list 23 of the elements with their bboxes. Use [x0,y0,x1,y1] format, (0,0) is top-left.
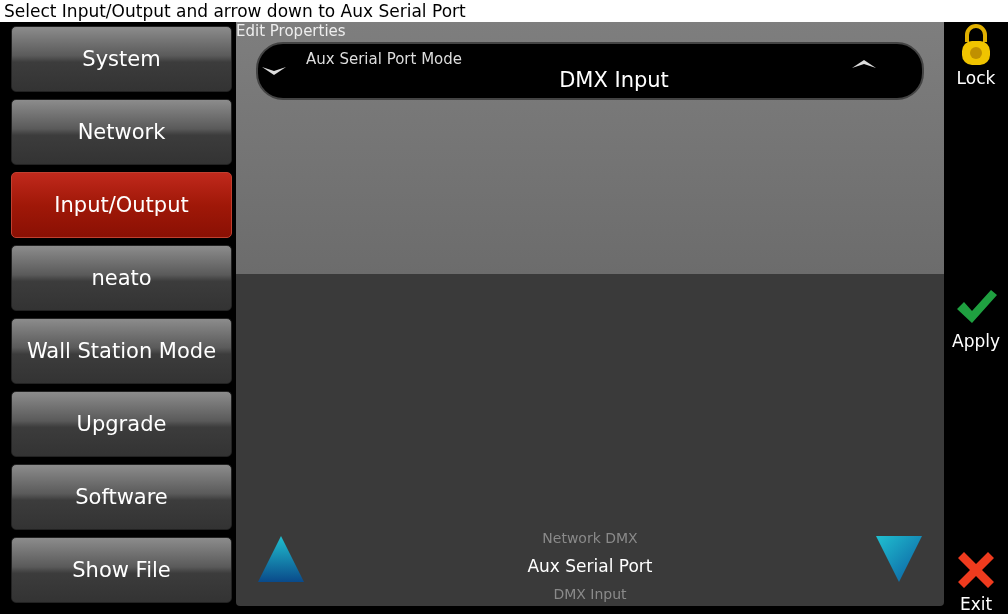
panel-title: Edit Properties [236,22,347,40]
sidebar-button[interactable]: Input/Output [11,172,232,238]
previous-option: Network DMX [542,530,638,546]
up-arrow-icon[interactable] [256,534,306,584]
sidebar-button[interactable]: neato [11,245,232,311]
sidebar-button[interactable]: Upgrade [11,391,232,457]
chevron-up-icon[interactable] [852,58,876,70]
current-option[interactable]: Aux Serial Port [527,556,653,576]
sidebar-button[interactable]: Network [11,99,232,165]
sidebar-button[interactable]: System [11,26,232,92]
sidebar-button[interactable]: Show File [11,537,232,603]
down-arrow-icon[interactable] [874,534,924,584]
apply-button[interactable]: Apply [952,285,1000,351]
chevron-down-icon[interactable] [262,65,286,77]
exit-button[interactable]: Exit [954,548,998,614]
sidebar-button[interactable]: Software [11,464,232,530]
next-option: DMX Input [553,586,627,602]
lock-button[interactable]: Lock [954,22,998,88]
field-label: Aux Serial Port Mode [306,50,463,68]
sidebar-button[interactable]: Wall Station Mode [11,318,232,384]
property-field[interactable]: Aux Serial Port Mode DMX Input [256,42,924,100]
field-value: DMX Input [558,68,670,92]
instruction-caption: Select Input/Output and arrow down to Aux Serial Port [0,0,1008,22]
